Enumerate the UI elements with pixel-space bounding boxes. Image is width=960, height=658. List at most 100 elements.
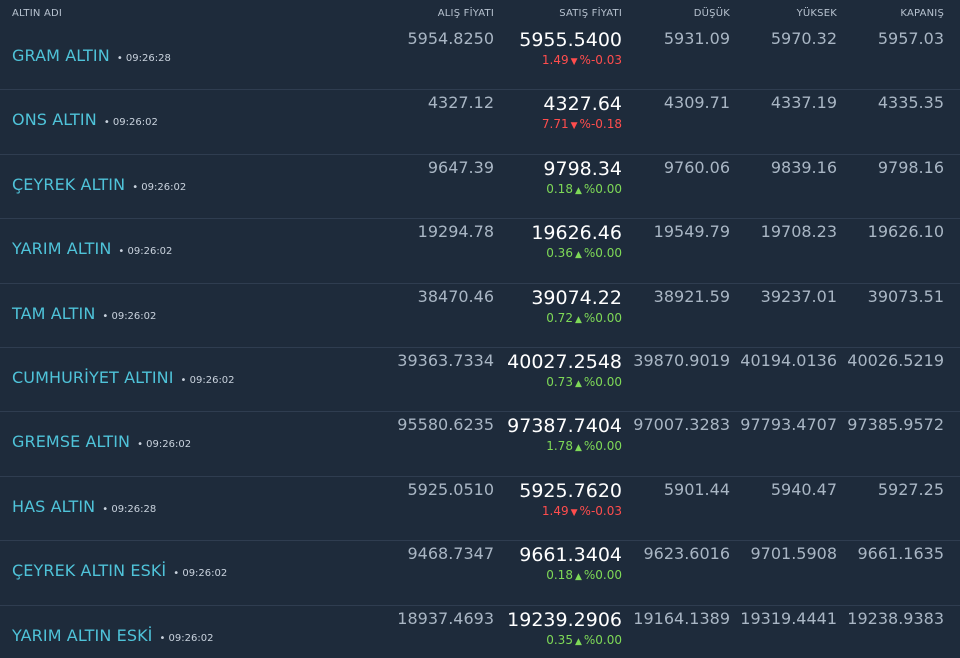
header-name: ALTIN ADI	[12, 7, 63, 19]
change-indicator: 1.78 ▲ %0.00	[494, 439, 622, 453]
table-row[interactable]: TAM ALTIN • 09:26:02 38470.46 39074.22 0…	[0, 284, 960, 348]
table-row[interactable]: YARIM ALTIN ESKİ • 09:26:02 18937.4693 1…	[0, 606, 960, 658]
high-price: 9701.5908	[750, 544, 837, 564]
change-indicator: 0.18 ▲ %0.00	[494, 182, 622, 196]
gold-name-cell[interactable]: ONS ALTIN • 09:26:02	[0, 90, 372, 153]
gold-name-cell[interactable]: GREMSE ALTIN • 09:26:02	[0, 412, 372, 475]
sell-price-cell: 97387.7404 1.78 ▲ %0.00	[494, 412, 622, 475]
buy-price: 4327.12	[427, 93, 494, 113]
sell-price: 9661.3404	[519, 544, 622, 567]
gold-name-cell[interactable]: HAS ALTIN • 09:26:28	[0, 477, 372, 540]
buy-price: 18937.4693	[397, 608, 494, 628]
high-price: 40194.0136	[740, 350, 837, 370]
change-value: 0.73	[546, 374, 573, 389]
update-time: • 09:26:02	[173, 568, 228, 580]
close-price: 4335.35	[877, 93, 944, 113]
low-price: 19549.79	[653, 222, 730, 242]
high-price: 97793.4707	[740, 415, 837, 435]
gold-name-cell[interactable]: ÇEYREK ALTIN • 09:26:02	[0, 155, 372, 218]
table-row[interactable]: CUMHURİYET ALTINI • 09:26:02 39363.7334 …	[0, 348, 960, 413]
gold-name-cell[interactable]: ÇEYREK ALTIN ESKİ • 09:26:02	[0, 541, 372, 604]
close-price: 19238.9383	[847, 608, 944, 628]
buy-price: 39363.7334	[397, 350, 494, 370]
sell-price-cell: 5955.5400 1.49 ▼ %-0.03	[494, 26, 622, 89]
gold-name-cell[interactable]: YARIM ALTIN • 09:26:02	[0, 219, 372, 282]
sell-price-cell: 9798.34 0.18 ▲ %0.00	[494, 155, 622, 218]
gold-name-cell[interactable]: TAM ALTIN • 09:26:02	[0, 284, 372, 347]
gold-name-link[interactable]: GREMSE ALTIN	[12, 432, 130, 451]
update-time: • 09:26:02	[132, 181, 187, 193]
close-price: 5957.03	[877, 29, 944, 48]
close-price: 97385.9572	[847, 415, 944, 435]
low-price: 4309.71	[663, 93, 730, 113]
arrow-up-icon: ▲	[574, 443, 582, 454]
table-row[interactable]: ÇEYREK ALTIN • 09:26:02 9647.39 9798.34 …	[0, 155, 960, 220]
sell-price: 5955.5400	[519, 29, 622, 51]
gold-name-link[interactable]: YARIM ALTIN	[12, 239, 111, 258]
change-percent: %-0.18	[579, 117, 622, 132]
high-price: 5970.32	[770, 29, 837, 48]
arrow-up-icon: ▲	[574, 185, 582, 196]
table-row[interactable]: HAS ALTIN • 09:26:28 5925.0510 5925.7620…	[0, 477, 960, 542]
gold-name-link[interactable]: GRAM ALTIN	[12, 46, 110, 65]
buy-price: 5925.0510	[407, 479, 494, 499]
update-time: • 09:26:02	[118, 246, 173, 258]
high-price: 9839.16	[770, 157, 837, 177]
high-price: 19708.23	[760, 222, 837, 242]
update-time: • 09:26:02	[102, 310, 157, 322]
close-price: 5927.25	[877, 479, 944, 499]
buy-price: 5954.8250	[407, 29, 494, 48]
gold-name-link[interactable]: CUMHURİYET ALTINI	[12, 368, 174, 387]
change-indicator: 1.49 ▼ %-0.03	[494, 53, 622, 67]
table-row[interactable]: YARIM ALTIN • 09:26:02 19294.78 19626.46…	[0, 219, 960, 284]
table-row[interactable]: ÇEYREK ALTIN ESKİ • 09:26:02 9468.7347 9…	[0, 541, 960, 606]
header-low: DÜŞÜK	[693, 7, 730, 19]
gold-name-link[interactable]: HAS ALTIN	[12, 497, 95, 516]
buy-price: 9468.7347	[407, 544, 494, 564]
gold-name-cell[interactable]: GRAM ALTIN • 09:26:28	[0, 26, 372, 89]
gold-name-link[interactable]: ÇEYREK ALTIN	[12, 175, 125, 194]
header-buy: ALIŞ FİYATI	[437, 7, 494, 19]
gold-name-link[interactable]: ONS ALTIN	[12, 110, 97, 129]
arrow-down-icon: ▼	[570, 57, 578, 67]
table-row[interactable]: GRAM ALTIN • 09:26:28 5954.8250 5955.540…	[0, 26, 960, 91]
table-row[interactable]: GREMSE ALTIN • 09:26:02 95580.6235 97387…	[0, 412, 960, 477]
gold-name-cell[interactable]: CUMHURİYET ALTINI • 09:26:02	[0, 348, 372, 411]
close-price: 9798.16	[877, 157, 944, 177]
close-price: 39073.51	[867, 286, 944, 306]
change-indicator: 1.49 ▼ %-0.03	[494, 504, 622, 518]
sell-price-cell: 39074.22 0.72 ▲ %0.00	[494, 284, 622, 347]
table-row[interactable]: ONS ALTIN • 09:26:02 4327.12 4327.64 7.7…	[0, 90, 960, 155]
high-price: 39237.01	[760, 286, 837, 306]
sell-price: 97387.7404	[507, 415, 622, 438]
gold-name-link[interactable]: TAM ALTIN	[12, 304, 95, 323]
buy-price: 95580.6235	[397, 415, 494, 435]
close-price: 9661.1635	[857, 544, 944, 564]
sell-price-cell: 4327.64 7.71 ▼ %-0.18	[494, 90, 622, 153]
low-price: 5931.09	[663, 29, 730, 48]
arrow-up-icon: ▲	[574, 636, 582, 647]
change-percent: %-0.03	[579, 503, 622, 518]
gold-name-link[interactable]: YARIM ALTIN ESKİ	[12, 626, 152, 645]
gold-name-link[interactable]: ÇEYREK ALTIN ESKİ	[12, 561, 166, 580]
sell-price-cell: 19239.2906 0.35 ▲ %0.00	[494, 606, 622, 658]
change-percent: %0.00	[583, 632, 622, 647]
high-price: 19319.4441	[740, 608, 837, 628]
change-percent: %0.00	[583, 310, 622, 325]
sell-price-cell: 19626.46 0.36 ▲ %0.00	[494, 219, 622, 282]
update-time: • 09:26:02	[137, 439, 192, 451]
change-percent: %0.00	[583, 181, 622, 196]
arrow-up-icon: ▲	[574, 572, 582, 583]
buy-price: 38470.46	[417, 286, 494, 306]
change-value: 0.18	[546, 568, 573, 583]
close-price: 19626.10	[867, 222, 944, 242]
sell-price: 40027.2548	[507, 350, 622, 373]
sell-price: 9798.34	[543, 157, 622, 180]
sell-price: 5925.7620	[519, 479, 622, 502]
gold-name-cell[interactable]: YARIM ALTIN ESKİ • 09:26:02	[0, 606, 372, 658]
arrow-down-icon: ▼	[570, 121, 578, 132]
update-time: • 09:26:02	[159, 632, 214, 644]
low-price: 39870.9019	[633, 350, 730, 370]
gold-price-table: ALTIN ADI ALIŞ FİYATI SATIŞ FİYATI DÜŞÜK…	[0, 0, 960, 658]
high-price: 5940.47	[770, 479, 837, 499]
